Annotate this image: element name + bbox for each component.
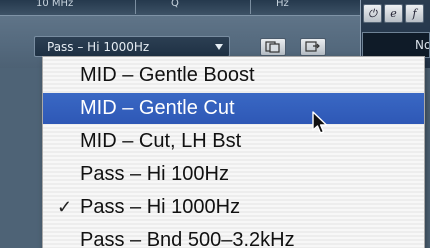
preset-select[interactable]: Pass – Hi 1000Hz xyxy=(34,36,230,57)
copy-button[interactable] xyxy=(300,38,326,56)
menu-item-label: MID – Cut, LH Bst xyxy=(80,130,242,152)
preset-select-value: Pass – Hi 1000Hz xyxy=(47,39,150,54)
divider xyxy=(135,0,136,14)
side-panel-label: No xyxy=(362,32,430,58)
menu-item-mid-gentle-cut[interactable]: MID – Gentle Cut xyxy=(43,93,424,124)
compare-button[interactable] xyxy=(260,38,286,56)
power-button[interactable]: ⏻ xyxy=(363,4,382,23)
menu-item-label: Pass – Bnd 500–3.2kHz xyxy=(80,229,295,248)
plugin-control-buttons: ⏻ e f xyxy=(363,4,424,23)
divider xyxy=(250,0,251,14)
menu-item-mid-gentle-boost[interactable]: MID – Gentle Boost xyxy=(43,60,424,91)
preset-dropdown-menu: MID – Gentle Boost MID – Gentle Cut MID … xyxy=(42,56,425,248)
menu-item-label: MID – Gentle Cut xyxy=(80,97,235,119)
plugin-header-strip: 10 MHz Q Hz xyxy=(0,0,360,16)
edit-button[interactable]: e xyxy=(384,4,403,23)
side-panel-label-text: No xyxy=(415,38,430,52)
checkmark-icon: ✓ xyxy=(57,197,73,217)
header-segment: Q xyxy=(171,0,179,9)
power-icon: ⏻ xyxy=(368,7,377,20)
menu-item-label: Pass – Hi 1000Hz xyxy=(80,196,241,218)
arrow-cursor-icon xyxy=(312,111,328,134)
chevron-down-icon xyxy=(215,43,223,50)
freeze-icon: f xyxy=(412,7,417,20)
menu-item-label: Pass – Hi 100Hz xyxy=(80,163,229,185)
header-segment: Hz xyxy=(276,0,289,9)
header-segment: 10 MHz xyxy=(36,0,74,9)
menu-item-label: MID – Gentle Boost xyxy=(80,64,255,86)
compare-icon xyxy=(265,41,280,53)
freeze-button[interactable]: f xyxy=(405,4,424,23)
menu-item-mid-cut-lh-bst[interactable]: MID – Cut, LH Bst xyxy=(43,126,424,157)
menu-item-pass-hi-1000hz[interactable]: ✓ Pass – Hi 1000Hz xyxy=(43,192,424,223)
menu-item-pass-hi-100hz[interactable]: Pass – Hi 100Hz xyxy=(43,159,424,190)
copy-icon xyxy=(305,41,320,52)
menu-item-pass-bnd-500-3-2khz[interactable]: Pass – Bnd 500–3.2kHz xyxy=(43,225,424,248)
edit-icon: e xyxy=(390,7,397,20)
